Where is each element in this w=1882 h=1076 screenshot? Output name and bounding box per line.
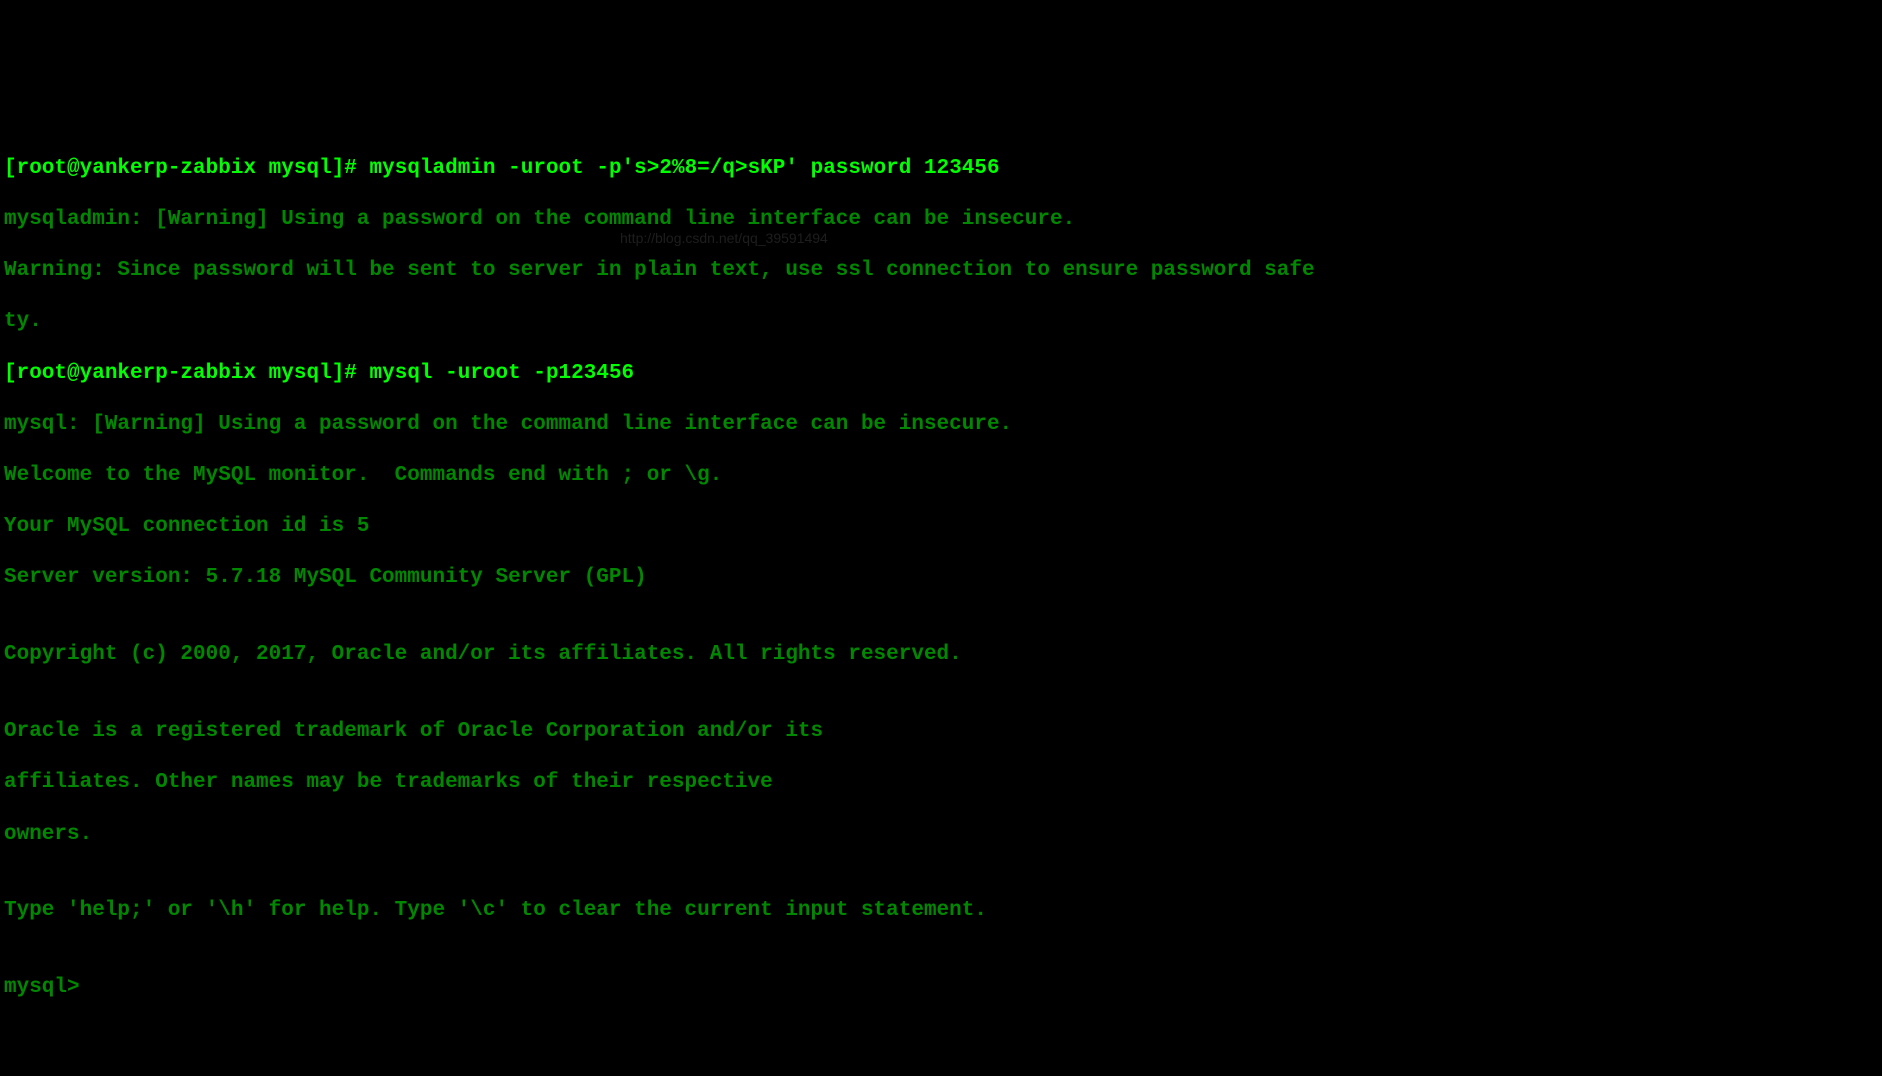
output-trademark-3: owners. bbox=[4, 822, 1878, 848]
output-help-hint: Type 'help;' or '\h' for help. Type '\c'… bbox=[4, 898, 1878, 924]
output-welcome: Welcome to the MySQL monitor. Commands e… bbox=[4, 463, 1878, 489]
watermark-text: http://blog.csdn.net/qq_39591494 bbox=[620, 230, 828, 247]
output-connection-id: Your MySQL connection id is 5 bbox=[4, 514, 1878, 540]
command-mysql: mysql -uroot -p123456 bbox=[370, 362, 635, 385]
output-trademark-2: affiliates. Other names may be trademark… bbox=[4, 770, 1878, 796]
prompt-open-bracket: [ bbox=[4, 157, 17, 180]
output-warning-2b: ty. bbox=[4, 309, 1878, 335]
prompt-hash: # bbox=[344, 362, 369, 385]
output-server-version: Server version: 5.7.18 MySQL Community S… bbox=[4, 565, 1878, 591]
output-trademark-1: Oracle is a registered trademark of Orac… bbox=[4, 719, 1878, 745]
output-copyright: Copyright (c) 2000, 2017, Oracle and/or … bbox=[4, 642, 1878, 668]
output-warning-1: mysqladmin: [Warning] Using a password o… bbox=[4, 207, 1878, 233]
prompt-user-host: root@yankerp-zabbix bbox=[17, 362, 256, 385]
prompt-close-bracket: ] bbox=[332, 362, 345, 385]
terminal-line-5: [root@yankerp-zabbix mysql]# mysql -uroo… bbox=[4, 361, 1878, 387]
output-warning-2a: Warning: Since password will be sent to … bbox=[4, 258, 1878, 284]
command-mysqladmin: mysqladmin -uroot -p's>2%8=/q>sKP' passw… bbox=[370, 157, 1000, 180]
terminal-line-1: [root@yankerp-zabbix mysql]# mysqladmin … bbox=[4, 156, 1878, 182]
prompt-directory: mysql bbox=[256, 362, 332, 385]
mysql-prompt-line[interactable]: mysql> bbox=[4, 975, 1878, 1001]
prompt-close-bracket: ] bbox=[332, 157, 345, 180]
prompt-user-host: root@yankerp-zabbix bbox=[17, 157, 256, 180]
mysql-prompt: mysql> bbox=[4, 976, 92, 999]
prompt-open-bracket: [ bbox=[4, 362, 17, 385]
prompt-hash: # bbox=[344, 157, 369, 180]
output-mysql-warning: mysql: [Warning] Using a password on the… bbox=[4, 412, 1878, 438]
prompt-directory: mysql bbox=[256, 157, 332, 180]
